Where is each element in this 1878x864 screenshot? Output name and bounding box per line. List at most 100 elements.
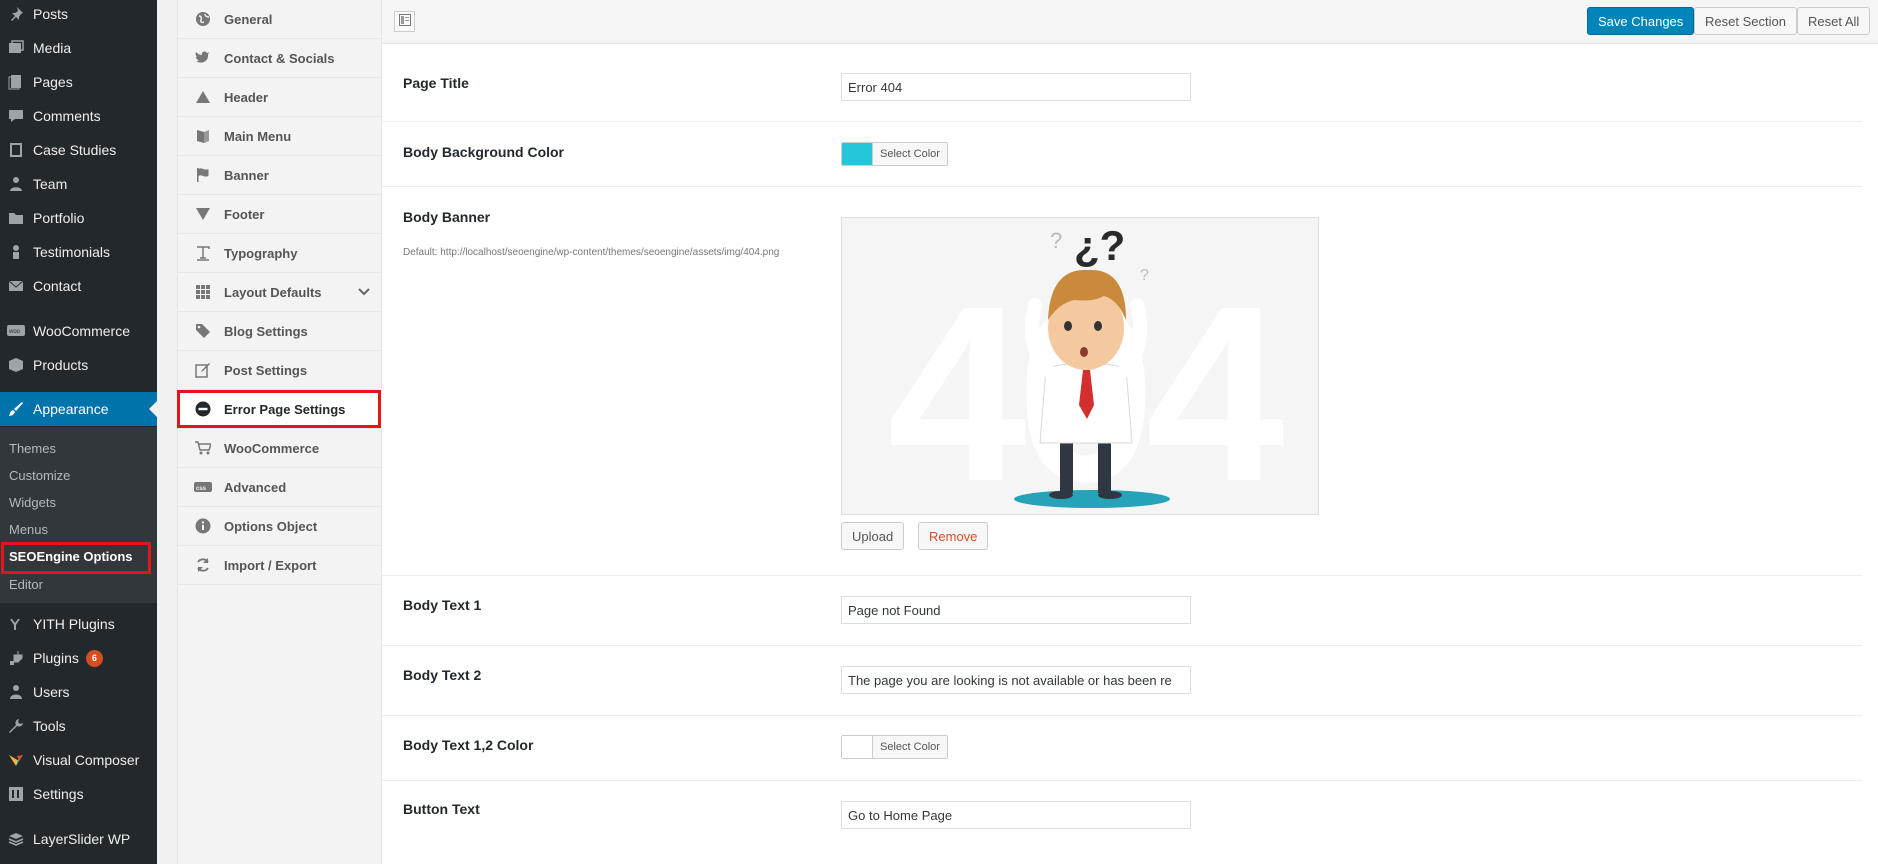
edit-icon xyxy=(192,360,214,380)
page-title-input[interactable]: Error 404 xyxy=(841,73,1191,101)
menu-item-contact[interactable]: Contact xyxy=(0,269,157,303)
globe-icon xyxy=(192,9,214,29)
menu-item-yith-plugins[interactable]: YITH Plugins xyxy=(0,607,157,641)
menu-item-team[interactable]: Team xyxy=(0,167,157,201)
woocommerce-icon: woo xyxy=(6,322,26,340)
menu-item-portfolio[interactable]: Portfolio xyxy=(0,201,157,235)
submenu-item-customize[interactable]: Customize xyxy=(9,468,70,483)
folder-icon xyxy=(6,209,26,227)
body-text-1-input[interactable]: Page not Found xyxy=(841,596,1191,624)
svg-text:?: ? xyxy=(1140,267,1149,284)
body-background-color-label: Body Background Color xyxy=(403,144,565,160)
testimonials-icon xyxy=(6,243,26,261)
refresh-icon xyxy=(192,555,214,575)
section-tab-options-object[interactable]: Options Object xyxy=(178,507,382,546)
body-text-color-swatch xyxy=(842,736,872,758)
svg-text:?: ? xyxy=(1050,228,1062,253)
menu-item-comments[interactable]: Comments xyxy=(0,99,157,133)
menu-item-pages[interactable]: Pages xyxy=(0,65,157,99)
options-toolbar: Save Changes Reset Section Reset All xyxy=(382,0,1878,44)
section-tab-post-settings[interactable]: Post Settings xyxy=(178,351,382,390)
tags-icon xyxy=(192,321,214,341)
yith-icon xyxy=(6,615,26,633)
plugin-update-count-badge: 6 xyxy=(85,649,103,667)
menu-item-layerslider[interactable]: LayerSlider WP xyxy=(0,822,157,856)
flag-icon xyxy=(192,165,214,185)
section-tab-main-menu[interactable]: Main Menu xyxy=(178,117,382,156)
mail-icon xyxy=(6,277,26,295)
field-row-body-text-color: Body Text 1,2 Color Select Color xyxy=(382,716,1862,781)
body-background-color-picker[interactable]: Select Color xyxy=(841,142,948,166)
section-tab-general[interactable]: General xyxy=(178,0,382,39)
options-content: Save Changes Reset Section Reset All Pag… xyxy=(382,0,1878,864)
submenu-item-widgets[interactable]: Widgets xyxy=(9,495,56,510)
body-text-2-input[interactable]: The page you are looking is not availabl… xyxy=(841,666,1191,694)
menu-item-tools[interactable]: Tools xyxy=(0,709,157,743)
brush-icon xyxy=(6,400,26,418)
triangle-down-icon xyxy=(192,204,214,224)
appearance-submenu: Themes Customize Widgets Menus SEOEngine… xyxy=(0,427,157,603)
advanced-icon: css xyxy=(192,477,214,497)
info-icon xyxy=(192,516,214,536)
tools-icon xyxy=(6,717,26,735)
menu-item-case-studies[interactable]: Case Studies xyxy=(0,133,157,167)
field-row-body-text-1: Body Text 1 Page not Found xyxy=(382,576,1862,646)
body-banner-description: Default: http://localhost/seoengine/wp-c… xyxy=(403,247,780,258)
chevron-down-icon xyxy=(358,285,370,299)
section-tab-footer[interactable]: Footer xyxy=(178,195,382,234)
section-tab-advanced[interactable]: css Advanced xyxy=(178,468,382,507)
pages-icon xyxy=(6,73,26,91)
submenu-item-menus[interactable]: Menus xyxy=(9,522,48,537)
reset-section-button[interactable]: Reset Section xyxy=(1694,7,1797,35)
layerslider-icon xyxy=(6,830,26,848)
expand-icon xyxy=(398,14,411,29)
menu-item-appearance[interactable]: Appearance xyxy=(0,392,157,426)
book-icon xyxy=(6,141,26,159)
submenu-item-themes[interactable]: Themes xyxy=(9,441,56,456)
remove-button[interactable]: Remove xyxy=(918,522,989,550)
select-color-button[interactable]: Select Color xyxy=(872,736,947,758)
upload-button[interactable]: Upload xyxy=(841,522,905,550)
section-tab-woocommerce[interactable]: WooCommerce xyxy=(178,429,382,468)
menu-item-woocommerce[interactable]: woo WooCommerce xyxy=(0,314,157,348)
options-panel: General Contact & Socials Header Main Me… xyxy=(177,0,1878,864)
menu-item-visual-composer[interactable]: Visual Composer xyxy=(0,743,157,777)
menu-item-posts[interactable]: Posts xyxy=(0,0,157,31)
triangle-up-icon xyxy=(192,87,214,107)
section-tab-header[interactable]: Header xyxy=(178,78,382,117)
menu-item-media[interactable]: Media xyxy=(0,31,157,65)
menu-item-testimonials[interactable]: Testimonials xyxy=(0,235,157,269)
menu-item-settings[interactable]: Settings xyxy=(0,777,157,811)
select-color-button[interactable]: Select Color xyxy=(872,143,947,165)
button-text-input[interactable]: Go to Home Page xyxy=(841,801,1191,829)
seoengine-options-highlight-box xyxy=(1,542,151,574)
section-tab-layout-defaults[interactable]: Layout Defaults xyxy=(178,273,382,312)
settings-icon xyxy=(6,785,26,803)
options-section-menu: General Contact & Socials Header Main Me… xyxy=(177,0,382,864)
field-row-page-title: Page Title Error 404 xyxy=(382,44,1862,122)
section-tab-blog-settings[interactable]: Blog Settings xyxy=(178,312,382,351)
submenu-item-editor[interactable]: Editor xyxy=(9,577,43,592)
section-tab-contact-socials[interactable]: Contact & Socials xyxy=(178,39,382,78)
body-text-color-picker[interactable]: Select Color xyxy=(841,735,948,759)
body-background-color-swatch xyxy=(842,143,872,165)
menu-item-plugins[interactable]: Plugins 6 xyxy=(0,641,157,675)
menu-item-products[interactable]: Products xyxy=(0,348,157,382)
body-banner-label: Body Banner xyxy=(403,209,491,225)
section-tab-banner[interactable]: Banner xyxy=(178,156,382,195)
body-text-1-label: Body Text 1 xyxy=(403,597,482,613)
field-row-body-background-color: Body Background Color Select Color xyxy=(382,122,1862,187)
text-icon xyxy=(192,243,214,263)
section-tab-typography[interactable]: Typography xyxy=(178,234,382,273)
error-page-settings-highlight-box xyxy=(177,390,381,428)
reset-all-button[interactable]: Reset All xyxy=(1797,7,1871,35)
expand-options-button[interactable] xyxy=(394,11,415,32)
team-icon xyxy=(6,175,26,193)
menu-item-users[interactable]: Users xyxy=(0,675,157,709)
cart-icon xyxy=(192,438,214,458)
section-tab-import-export[interactable]: Import / Export xyxy=(178,546,382,585)
svg-text:woo: woo xyxy=(8,329,21,335)
save-changes-button[interactable]: Save Changes xyxy=(1587,7,1695,35)
users-icon xyxy=(6,683,26,701)
grid-icon xyxy=(192,282,214,302)
